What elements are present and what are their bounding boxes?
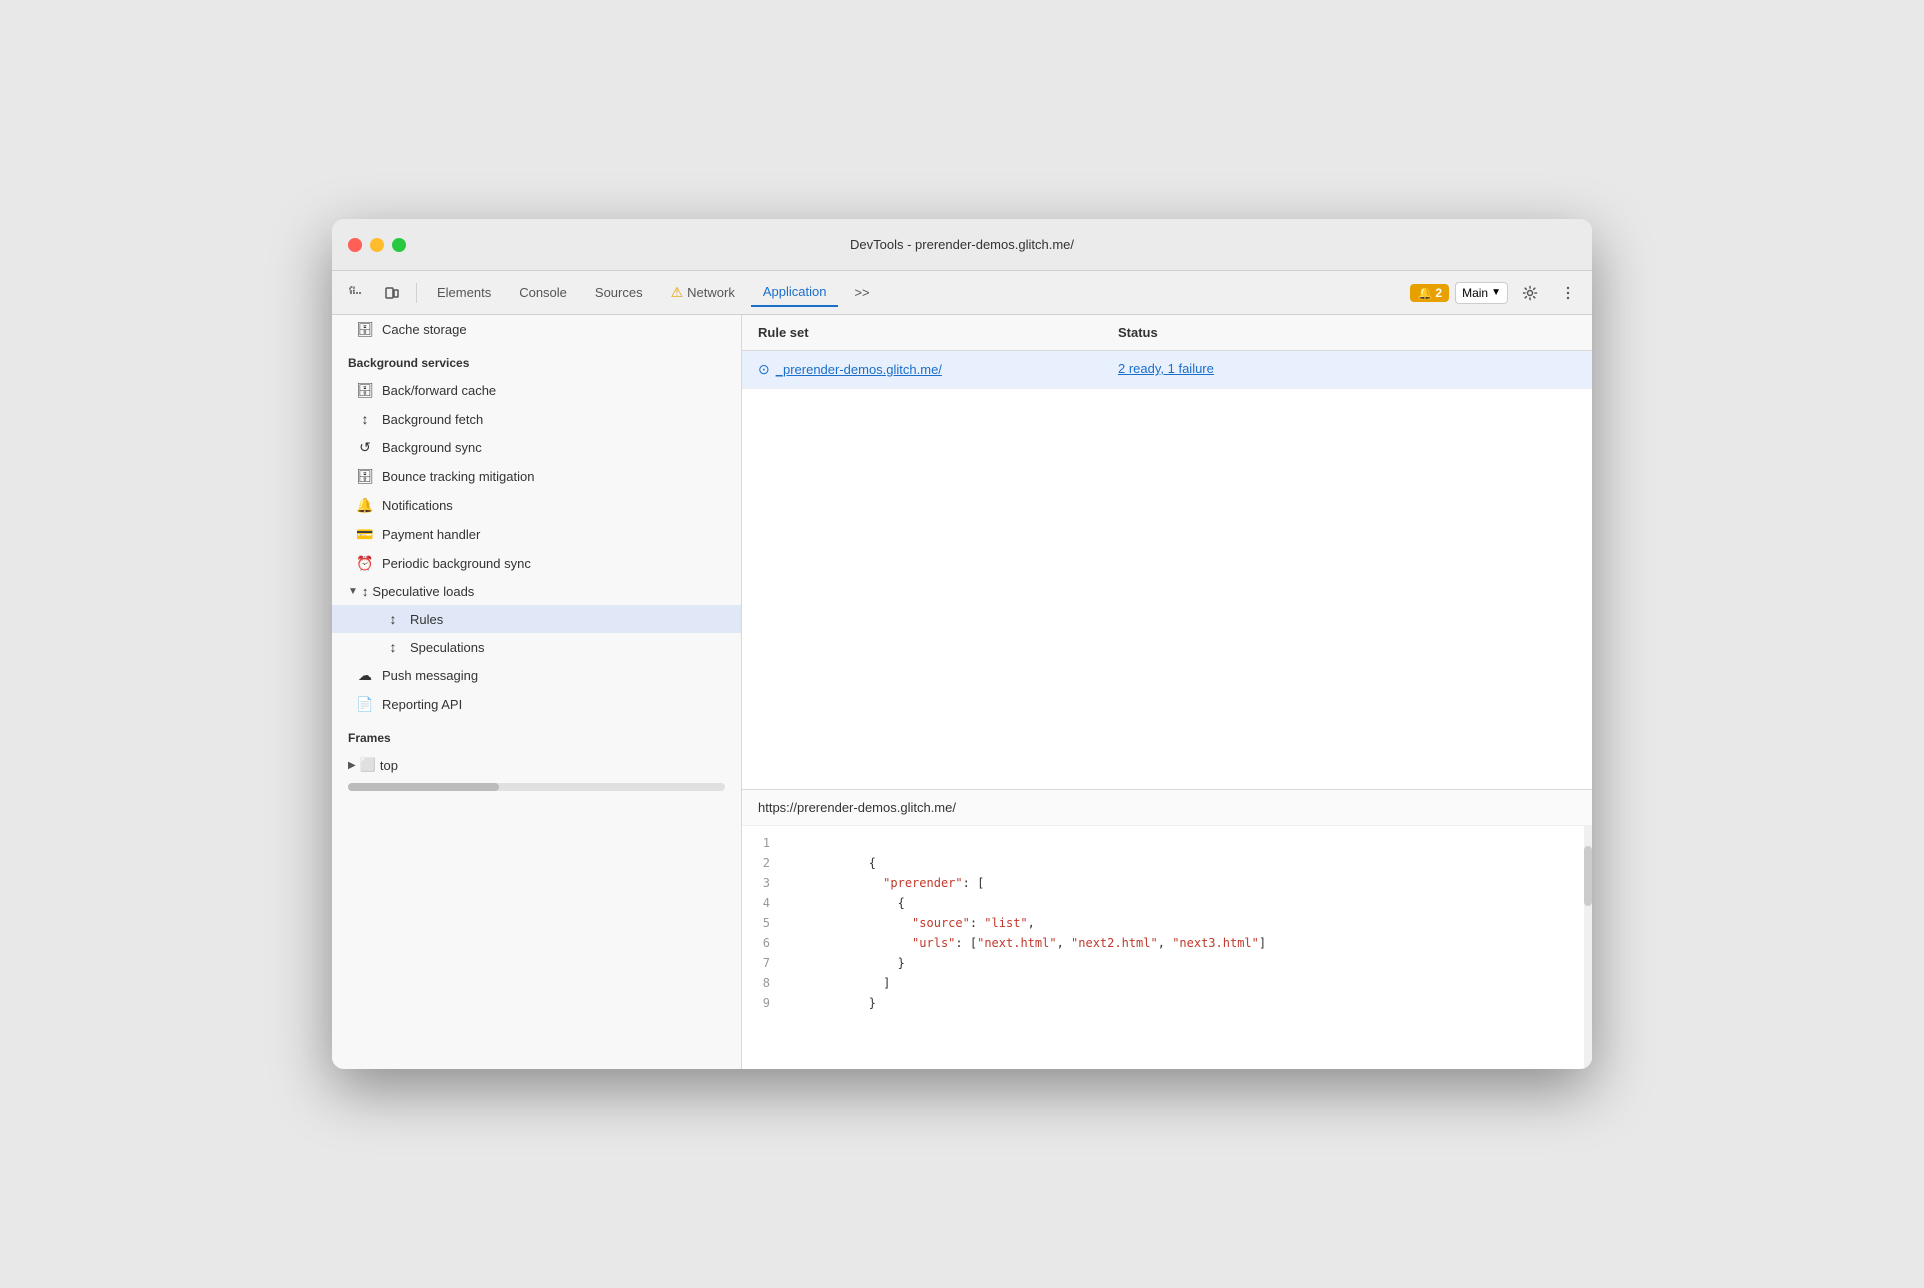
window-title: DevTools - prerender-demos.glitch.me/ xyxy=(850,237,1074,252)
toolbar-right: 🔔 2 Main ▼ xyxy=(1410,279,1584,307)
sidebar-item-notifications[interactable]: 🔔 Notifications xyxy=(332,491,741,520)
code-content[interactable]: 1 2 { 3 "prerender": [ 4 xyxy=(742,826,1592,1069)
sidebar-item-payment-handler[interactable]: 💳 Payment handler xyxy=(332,520,741,549)
code-line-7: 7 } xyxy=(742,954,1592,974)
expand-arrow-icon: ▼ xyxy=(348,586,358,597)
more-options-icon[interactable] xyxy=(1552,279,1584,307)
tab-console[interactable]: Console xyxy=(507,279,579,306)
cache-storage-icon: 🗄 xyxy=(356,321,374,338)
maximize-button[interactable] xyxy=(392,238,406,252)
tab-elements[interactable]: Elements xyxy=(425,279,503,306)
inspect-element-icon[interactable] xyxy=(340,279,372,307)
sidebar-item-background-fetch[interactable]: ↕ Background fetch xyxy=(332,405,741,433)
sidebar-item-speculative-loads[interactable]: ▼ ↕ Speculative loads xyxy=(332,578,741,605)
code-line-5: 5 "source": "list", xyxy=(742,914,1592,934)
code-panel: https://prerender-demos.glitch.me/ 1 2 {… xyxy=(742,789,1592,1069)
td-ruleset: ⊙ _prerender-demos.glitch.me/ xyxy=(742,351,1102,388)
col-ruleset-header: Rule set xyxy=(742,315,1102,350)
background-fetch-icon: ↕ xyxy=(356,411,374,427)
bounce-tracking-icon: 🗄 xyxy=(356,468,374,485)
toolbar: Elements Console Sources ⚠ Network Appli… xyxy=(332,271,1592,315)
code-scrollbar-track xyxy=(1584,826,1592,1069)
tab-application[interactable]: Application xyxy=(751,278,839,307)
speculative-loads-icon: ↕ xyxy=(362,584,369,599)
code-line-4: 4 { xyxy=(742,894,1592,914)
main-content: 🗄 Cache storage Background services 🗄 Ba… xyxy=(332,315,1592,1069)
code-line-9: 9 } xyxy=(742,994,1592,1014)
rules-panel: Rule set Status ⊙ _prerender-demos.glitc… xyxy=(742,315,1592,789)
error-badge[interactable]: 🔔 2 xyxy=(1410,284,1449,302)
code-line-3: 3 "prerender": [ xyxy=(742,874,1592,894)
settings-icon[interactable] xyxy=(1514,279,1546,307)
tab-sources[interactable]: Sources xyxy=(583,279,655,306)
frame-icon: ⬜ xyxy=(360,757,376,773)
frames-arrow-icon: ▶ xyxy=(348,760,356,771)
sidebar-item-background-sync[interactable]: ↺ Background sync xyxy=(332,433,741,462)
tab-network[interactable]: ⚠ Network xyxy=(659,278,747,307)
periodic-bg-sync-icon: ⏰ xyxy=(356,555,374,572)
device-toolbar-icon[interactable] xyxy=(376,279,408,307)
back-forward-cache-icon: 🗄 xyxy=(356,382,374,399)
sidebar-item-periodic-bg-sync[interactable]: ⏰ Periodic background sync xyxy=(332,549,741,578)
code-line-2: 2 { xyxy=(742,854,1592,874)
speculations-icon: ↕ xyxy=(384,639,402,655)
sidebar-item-reporting-api[interactable]: 📄 Reporting API xyxy=(332,690,741,719)
reporting-api-icon: 📄 xyxy=(356,696,374,713)
ruleset-link[interactable]: _prerender-demos.glitch.me/ xyxy=(776,362,942,377)
sidebar: 🗄 Cache storage Background services 🗄 Ba… xyxy=(332,315,742,1069)
col-status-header: Status xyxy=(1102,315,1592,350)
sidebar-item-frames-top[interactable]: ▶ ⬜ top xyxy=(332,751,741,779)
close-button[interactable] xyxy=(348,238,362,252)
td-status: 2 ready, 1 failure xyxy=(1102,351,1592,388)
background-sync-icon: ↺ xyxy=(356,439,374,456)
code-scrollbar-thumb[interactable] xyxy=(1584,846,1592,906)
main-panel: Rule set Status ⊙ _prerender-demos.glitc… xyxy=(742,315,1592,1069)
minimize-button[interactable] xyxy=(370,238,384,252)
bg-services-label: Background services xyxy=(332,344,741,376)
network-warning-icon: ⚠ xyxy=(671,284,684,301)
code-line-1: 1 xyxy=(742,834,1592,854)
sidebar-item-push-messaging[interactable]: ☁ Push messaging xyxy=(332,661,741,690)
ruleset-icon: ⊙ xyxy=(758,361,770,378)
code-line-6: 6 "urls": ["next.html", "next2.html", "n… xyxy=(742,934,1592,954)
sidebar-item-back-forward-cache[interactable]: 🗄 Back/forward cache xyxy=(332,376,741,405)
notifications-icon: 🔔 xyxy=(356,497,374,514)
sidebar-item-bounce-tracking[interactable]: 🗄 Bounce tracking mitigation xyxy=(332,462,741,491)
table-header: Rule set Status xyxy=(742,315,1592,351)
push-messaging-icon: ☁ xyxy=(356,667,374,684)
sidebar-item-rules[interactable]: ↕ Rules xyxy=(332,605,741,633)
traffic-lights xyxy=(348,238,406,252)
payment-handler-icon: 💳 xyxy=(356,526,374,543)
sidebar-item-speculations[interactable]: ↕ Speculations xyxy=(332,633,741,661)
devtools-window: DevTools - prerender-demos.glitch.me/ El… xyxy=(332,219,1592,1069)
status-link[interactable]: 2 ready, 1 failure xyxy=(1118,361,1214,376)
sidebar-horizontal-scrollbar[interactable] xyxy=(348,783,725,791)
table-body: ⊙ _prerender-demos.glitch.me/ 2 ready, 1… xyxy=(742,351,1592,789)
main-target-selector[interactable]: Main ▼ xyxy=(1455,282,1508,304)
sidebar-item-cache-storage[interactable]: 🗄 Cache storage xyxy=(332,315,741,344)
sidebar-scrollbar-thumb xyxy=(348,783,499,791)
table-row[interactable]: ⊙ _prerender-demos.glitch.me/ 2 ready, 1… xyxy=(742,351,1592,389)
toolbar-divider xyxy=(416,283,417,303)
tab-more[interactable]: >> xyxy=(842,279,881,306)
titlebar: DevTools - prerender-demos.glitch.me/ xyxy=(332,219,1592,271)
code-line-8: 8 ] xyxy=(742,974,1592,994)
code-url: https://prerender-demos.glitch.me/ xyxy=(742,790,1592,826)
rules-icon: ↕ xyxy=(384,611,402,627)
frames-label: Frames xyxy=(332,719,741,751)
